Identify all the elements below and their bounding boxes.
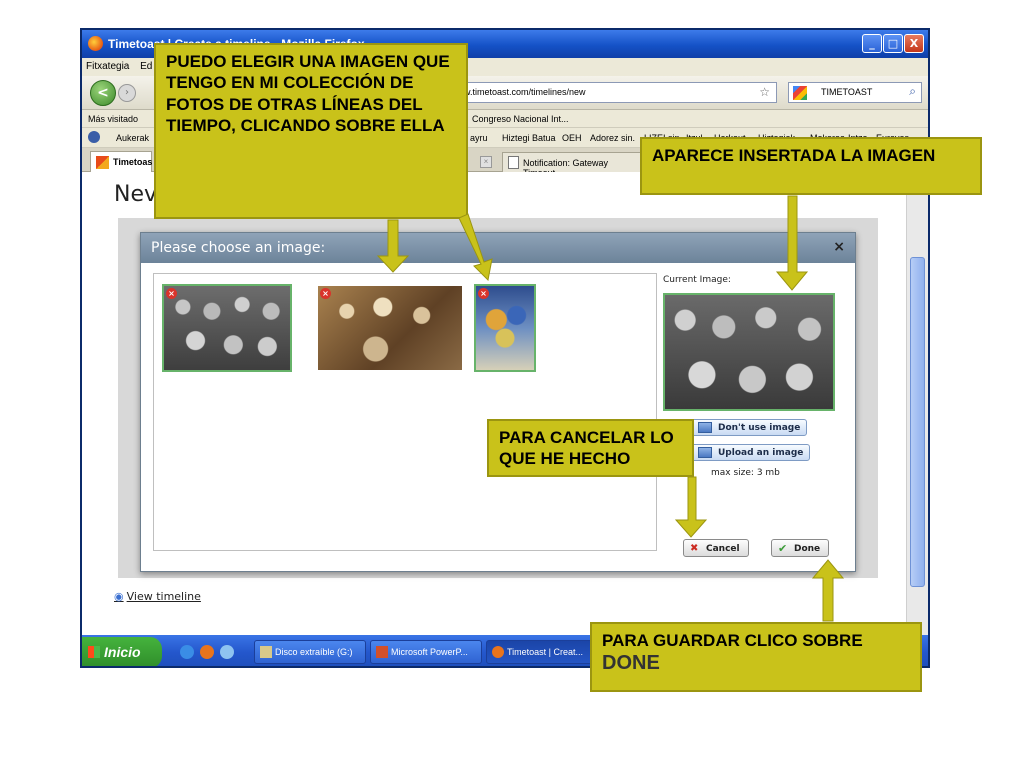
- delete-image-icon[interactable]: ×: [320, 288, 331, 299]
- image-picker-dialog: Please choose an image: × × × × Current …: [140, 232, 856, 572]
- bookmark-congreso[interactable]: Congreso Nacional Int...: [472, 114, 569, 124]
- firefox-icon: [492, 646, 504, 658]
- vertical-scrollbar[interactable]: [906, 172, 928, 635]
- button-label: Upload an image: [718, 448, 804, 458]
- toolbar-item[interactable]: ayru: [470, 133, 488, 143]
- current-image-label: Current Image:: [663, 275, 731, 285]
- upload-image-button[interactable]: Upload an image: [691, 444, 811, 461]
- image-gallery: × × ×: [153, 273, 657, 551]
- slide: Timetoast | Create a timeline - Mozilla …: [0, 0, 1024, 768]
- callout-image-inserted: APARECE INSERTADA LA IMAGEN: [640, 137, 982, 195]
- callout-done-word: DONE: [602, 652, 660, 675]
- menu-file[interactable]: Fitxategia: [82, 58, 133, 72]
- forward-button[interactable]: ›: [118, 84, 136, 102]
- address-bar[interactable]: w.timetoast.com/timelines/new ☆: [457, 82, 777, 103]
- search-engine-icon[interactable]: [793, 86, 807, 100]
- button-label: Done: [794, 544, 821, 554]
- address-text: w.timetoast.com/timelines/new: [464, 87, 586, 97]
- tab-timetoast[interactable]: Timetoas: [90, 151, 152, 172]
- image-icon: [698, 422, 712, 433]
- scrollbar-thumb[interactable]: [910, 257, 925, 587]
- toolbar-item[interactable]: Hiztegi Batua: [502, 133, 556, 143]
- callout-save-text: PARA GUARDAR CLICO SOBRE: [602, 631, 863, 650]
- help-icon[interactable]: [88, 131, 100, 143]
- timetoast-icon: [96, 156, 109, 169]
- ie-icon[interactable]: [180, 645, 194, 659]
- callout-save: PARA GUARDAR CLICO SOBRE DONE: [590, 622, 922, 692]
- drive-icon: [260, 646, 272, 658]
- image-icon: [698, 447, 712, 458]
- powerpoint-icon: [376, 646, 388, 658]
- dialog-header: Please choose an image: ×: [141, 233, 855, 263]
- gallery-image-group[interactable]: ×: [316, 284, 464, 372]
- cancel-button[interactable]: ✖ Cancel: [683, 539, 749, 557]
- toolbar-item[interactable]: OEH: [562, 133, 582, 143]
- view-timeline-link[interactable]: ◉ View timeline: [114, 590, 201, 603]
- firefox-icon: [88, 36, 103, 51]
- taskbar-label: Microsoft PowerP...: [391, 647, 468, 657]
- eye-icon: ◉: [114, 590, 124, 603]
- close-window-button[interactable]: X: [904, 34, 924, 53]
- page-title: Nev: [114, 182, 158, 207]
- minimize-button[interactable]: _: [862, 34, 882, 53]
- taskbar-label: Timetoast | Creat...: [507, 647, 584, 657]
- tab-notification[interactable]: Notification: Gateway Timeout: [502, 152, 642, 178]
- bookmark-star-icon[interactable]: ☆: [759, 85, 770, 99]
- start-button[interactable]: Inicio: [82, 637, 162, 666]
- callout-choose-image: PUEDO ELEGIR UNA IMAGEN QUE TENGO EN MI …: [154, 43, 468, 219]
- cancel-icon: ✖: [690, 543, 699, 554]
- search-text: TIMETOAST: [821, 87, 873, 97]
- current-image-preview: [663, 293, 835, 411]
- toolbar-item[interactable]: Adorez sin.: [590, 133, 635, 143]
- gallery-image-poster[interactable]: ×: [474, 284, 536, 372]
- page-content: Nev Please choose an image: × × × × Curr…: [82, 172, 908, 635]
- taskbar-label: Disco extraíble (G:): [275, 647, 353, 657]
- start-label: Inicio: [104, 644, 141, 660]
- search-box[interactable]: TIMETOAST ⌕: [788, 82, 922, 103]
- button-label: Don't use image: [718, 423, 801, 433]
- taskbar-item-disk[interactable]: Disco extraíble (G:): [254, 640, 366, 664]
- firefox-quicklaunch-icon[interactable]: [200, 645, 214, 659]
- done-button[interactable]: ✔ Done: [771, 539, 830, 557]
- check-icon: ✔: [778, 542, 788, 555]
- dont-use-image-button[interactable]: Don't use image: [691, 419, 808, 436]
- max-size-note: max size: 3 mb: [711, 468, 780, 478]
- desktop-icon[interactable]: [220, 645, 234, 659]
- close-dialog-button[interactable]: ×: [833, 239, 845, 255]
- bookmark-most-visited[interactable]: Más visitado: [88, 114, 138, 124]
- maximize-button[interactable]: □: [883, 34, 903, 53]
- toolbar-aukerak[interactable]: Aukerak: [116, 133, 149, 143]
- tab-label: Timetoas: [113, 157, 153, 167]
- dialog-title: Please choose an image:: [151, 240, 326, 256]
- close-tab-icon[interactable]: ×: [480, 156, 492, 168]
- button-label: Cancel: [706, 544, 740, 554]
- windows-logo-icon: [88, 646, 100, 658]
- taskbar-item-timetoast[interactable]: Timetoast | Creat...: [486, 640, 598, 664]
- taskbar-item-powerpoint[interactable]: Microsoft PowerP...: [370, 640, 482, 664]
- page-icon: [508, 156, 519, 169]
- callout-cancel: PARA CANCELAR LO QUE HE HECHO: [487, 419, 694, 477]
- back-button[interactable]: <: [90, 80, 116, 106]
- link-label: View timeline: [126, 590, 201, 603]
- delete-image-icon[interactable]: ×: [478, 288, 489, 299]
- search-icon[interactable]: ⌕: [909, 84, 916, 99]
- delete-image-icon[interactable]: ×: [166, 288, 177, 299]
- gallery-image-children[interactable]: ×: [162, 284, 292, 372]
